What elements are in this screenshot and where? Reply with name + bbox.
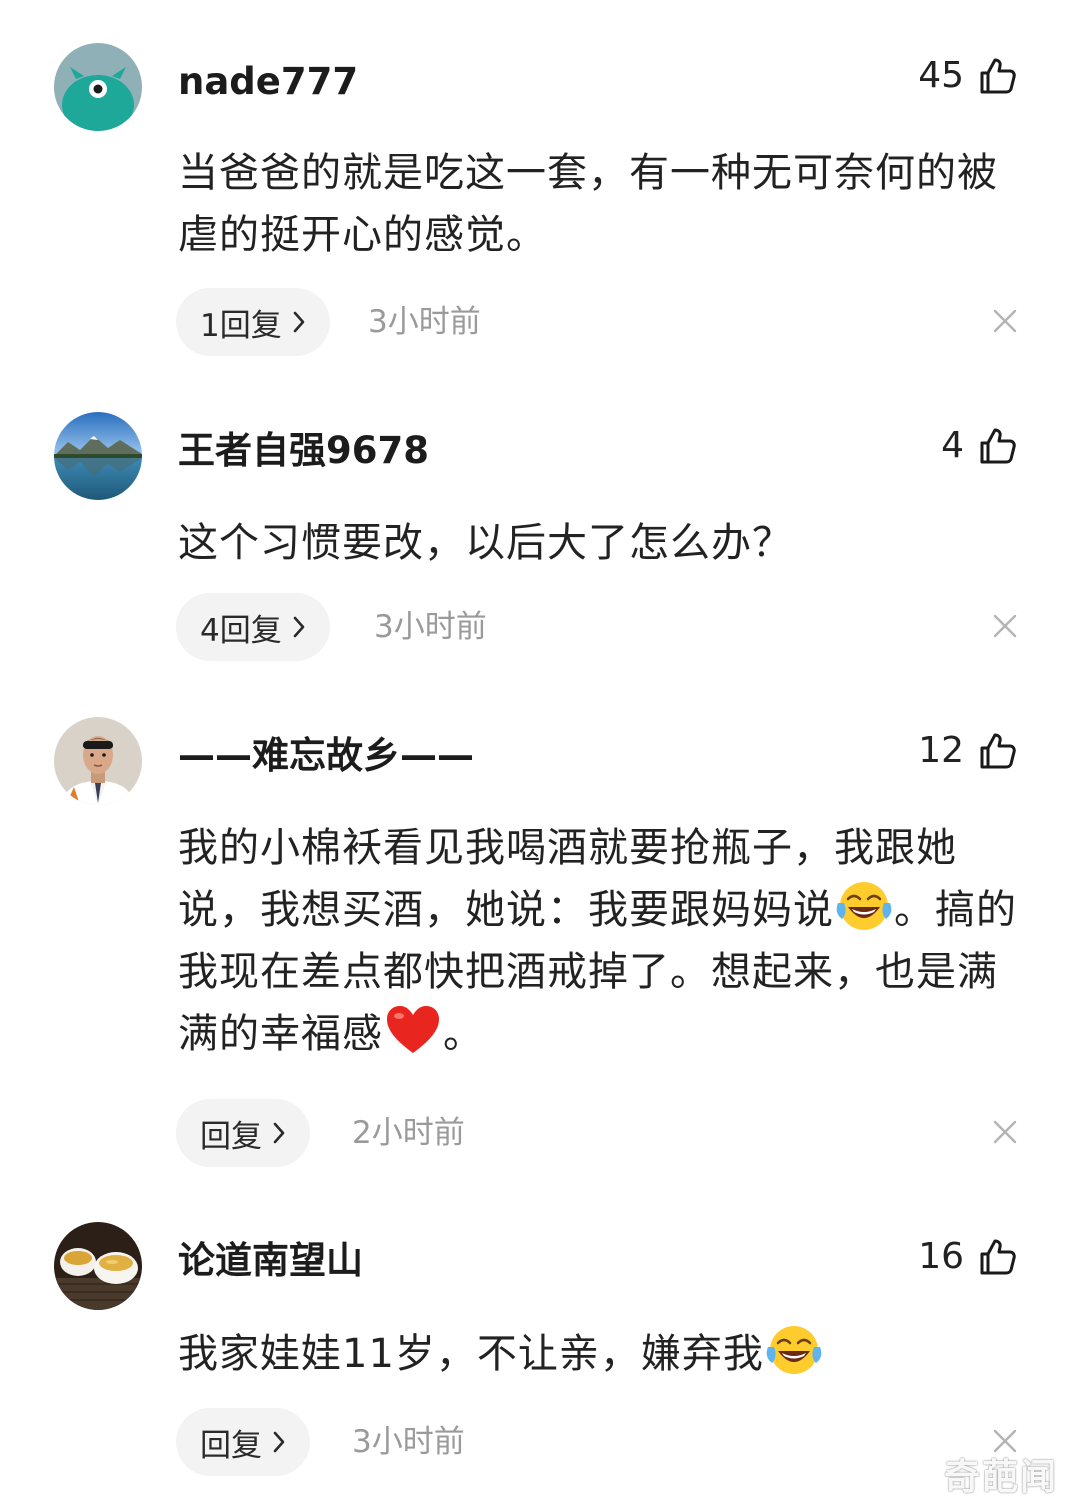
comment-text: 我家娃娃11岁，不让亲，嫌弃我 bbox=[178, 1323, 1018, 1385]
chevron-right-icon bbox=[273, 1431, 285, 1453]
like-button[interactable]: 16 bbox=[918, 1237, 1018, 1277]
like-count: 16 bbox=[918, 1236, 964, 1277]
reply-button[interactable]: 回复 bbox=[176, 1408, 310, 1476]
comment-text-part: 我家娃娃11岁，不让亲，嫌弃我 bbox=[178, 1331, 764, 1377]
comment-time: 3小时前 bbox=[352, 1424, 465, 1460]
username[interactable]: 论道南望山 bbox=[178, 1242, 363, 1279]
laughing-crying-emoji bbox=[764, 1323, 824, 1377]
avatar[interactable] bbox=[54, 1222, 142, 1310]
comment-item: 论道南望山 16 我家娃娃11岁，不让亲，嫌弃我 回复 3小时前 bbox=[0, 0, 1080, 1512]
reply-label: 回复 bbox=[200, 1427, 262, 1464]
watermark: 奇葩闻 bbox=[943, 1457, 1058, 1498]
thumbs-up-icon bbox=[980, 1239, 1016, 1275]
